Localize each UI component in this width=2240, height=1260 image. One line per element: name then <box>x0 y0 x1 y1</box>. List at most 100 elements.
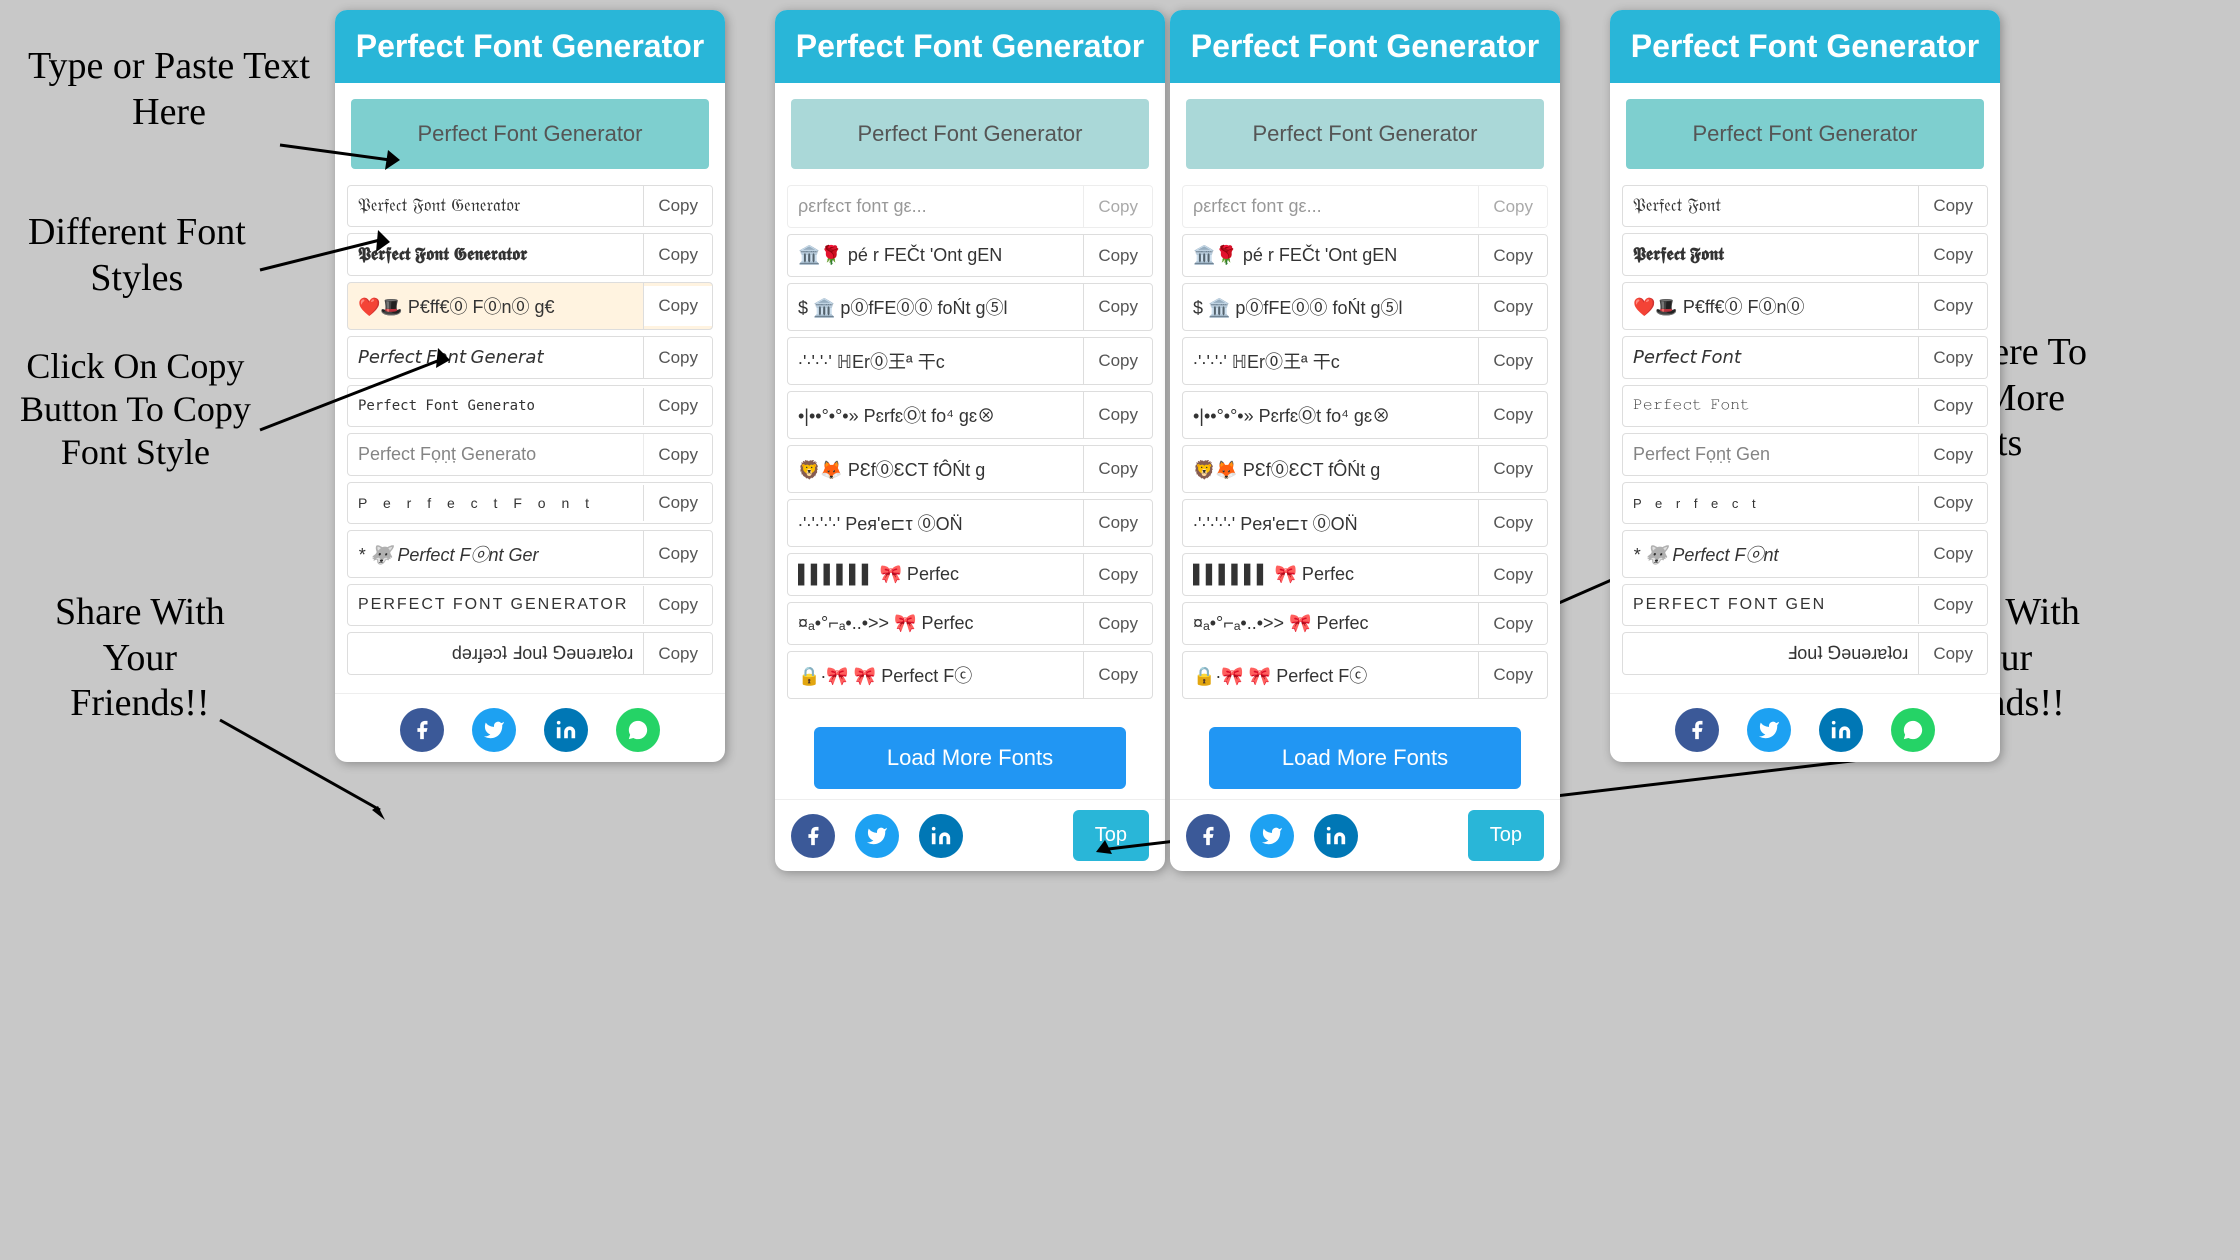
p3-top-button[interactable]: Top <box>1468 810 1544 861</box>
font-row-3: ❤️🎩 P€ff€⓪ F⓪n⓪ g€ Copy <box>347 282 713 330</box>
p4-copy-4[interactable]: Copy <box>1919 338 1987 378</box>
copy-btn-10[interactable]: Copy <box>644 634 712 674</box>
facebook-share-btn[interactable] <box>400 708 444 752</box>
phone2-header: Perfect Font Generator <box>775 10 1165 83</box>
p2-copy-btn-8[interactable]: Copy <box>1084 604 1152 644</box>
p2-font-row-3: ∙'∙'∙'∙' ℍEr⓪王ª 干c Copy <box>787 337 1153 385</box>
p4-copy-3[interactable]: Copy <box>1919 286 1987 326</box>
p2-copy-btn-6[interactable]: Copy <box>1084 503 1152 543</box>
p2-linkedin-share-btn[interactable] <box>919 814 963 858</box>
annotation-type-paste: Type or Paste TextHere <box>28 44 310 135</box>
p4-text-2: 𝕻𝖊𝖗𝖋𝖊𝖈𝖙 𝕱𝖔𝖓𝖙 <box>1623 234 1919 275</box>
phone4-header: Perfect Font Generator <box>1610 10 2000 83</box>
p2-copy-btn-3[interactable]: Copy <box>1084 341 1152 381</box>
p4-text-4: 𝘗𝘦𝘳𝘧𝘦𝘤𝘵 𝘍𝘰𝘯𝘵 <box>1623 337 1919 378</box>
p2-copy-btn-7[interactable]: Copy <box>1084 555 1152 595</box>
p3-text-7: ▌▌▌▌▌▌ 🎀 Perfec <box>1183 554 1479 595</box>
copy-btn-6[interactable]: Copy <box>644 435 712 475</box>
p3-copy-6[interactable]: Copy <box>1479 503 1547 543</box>
p3-copy-7[interactable]: Copy <box>1479 555 1547 595</box>
p2-copy-btn-4[interactable]: Copy <box>1084 395 1152 435</box>
p2-font-text-4: •|••°•°•» PɛrfɛⓄt fo⁴ gɛ⊗ <box>788 392 1084 438</box>
phone1-header: Perfect Font Generator <box>335 10 725 83</box>
phone4-input-text: Perfect Font Generator <box>1693 121 1918 147</box>
annotation-share-left: Share WithYourFriends!! <box>55 590 225 727</box>
p3-twitter-btn[interactable] <box>1250 814 1294 858</box>
font-row-5: 𝙿𝚎𝚛𝚏𝚎𝚌𝚝 𝙵𝚘𝚗𝚝 𝙶𝚎𝚗𝚎𝚛𝚊𝚝𝚘 Copy <box>347 385 713 427</box>
p3-row-7: ▌▌▌▌▌▌ 🎀 Perfec Copy <box>1182 553 1548 596</box>
p2-copy-btn-2[interactable]: Copy <box>1084 287 1152 327</box>
p3-copy-9[interactable]: Copy <box>1479 655 1547 695</box>
p3-text-6: ∙'∙'∙'∙'∙' Peя'e⊏τ ⓪ON̈ <box>1183 500 1479 546</box>
phone2-input-text: Perfect Font Generator <box>858 121 1083 147</box>
p2-font-row-6: ∙'∙'∙'∙'∙' Peя'e⊏τ ⓪ON̈ Copy <box>787 499 1153 547</box>
p3-copy-2[interactable]: Copy <box>1479 287 1547 327</box>
p2-font-row-9: 🔒·🎀 🎀 Perfect Fⓒ Copy <box>787 651 1153 699</box>
p3-copy-0[interactable]: Copy <box>1479 187 1547 227</box>
copy-btn-5[interactable]: Copy <box>644 386 712 426</box>
p3-facebook-btn[interactable] <box>1186 814 1230 858</box>
phone1-input[interactable]: Perfect Font Generator <box>351 99 709 169</box>
p2-copy-btn-9[interactable]: Copy <box>1084 655 1152 695</box>
p2-copy-btn-1[interactable]: Copy <box>1084 236 1152 276</box>
load-more-button[interactable]: Load More Fonts <box>814 727 1126 789</box>
phone3-input[interactable]: Perfect Font Generator <box>1186 99 1544 169</box>
p4-wa-btn[interactable] <box>1891 708 1935 752</box>
font-row-9: PERFECT FONT GENERATOR Copy <box>347 584 713 626</box>
p4-tw-btn[interactable] <box>1747 708 1791 752</box>
twitter-share-btn[interactable] <box>472 708 516 752</box>
copy-btn-8[interactable]: Copy <box>644 534 712 574</box>
phone2-bottom-bar: Top <box>775 799 1165 871</box>
p3-row-5: 🦁🦊 PƐf⓪ƐCT fÔŃt g Copy <box>1182 445 1548 493</box>
linkedin-share-btn[interactable] <box>544 708 588 752</box>
p3-copy-3[interactable]: Copy <box>1479 341 1547 381</box>
p4-copy-6[interactable]: Copy <box>1919 435 1987 475</box>
p4-copy-8[interactable]: Copy <box>1919 534 1987 574</box>
font-row-6: Perfect Fọṇṭ Generato Copy <box>347 433 713 476</box>
font-text-6: Perfect Fọṇṭ Generato <box>348 434 644 475</box>
p2-font-text-5: 🦁🦊 PƐf⓪ƐCT fÔŃt g <box>788 446 1084 492</box>
p4-li-btn[interactable] <box>1819 708 1863 752</box>
p2-font-text-0: ρεrfεcτ fοnτ gε... <box>788 186 1084 227</box>
phone1-title: Perfect Font Generator <box>355 28 705 65</box>
p3-text-9: 🔒·🎀 🎀 Perfect Fⓒ <box>1183 652 1479 698</box>
font-row-7: P e r f e c t F o n t Copy <box>347 482 713 524</box>
font-text-9: PERFECT FONT GENERATOR <box>348 586 644 624</box>
copy-btn-2[interactable]: Copy <box>644 235 712 275</box>
copy-btn-9[interactable]: Copy <box>644 585 712 625</box>
p4-copy-5[interactable]: Copy <box>1919 386 1987 426</box>
p2-facebook-share-btn[interactable] <box>791 814 835 858</box>
p3-linkedin-btn[interactable] <box>1314 814 1358 858</box>
p2-twitter-share-btn[interactable] <box>855 814 899 858</box>
font-text-5: 𝙿𝚎𝚛𝚏𝚎𝚌𝚝 𝙵𝚘𝚗𝚝 𝙶𝚎𝚗𝚎𝚛𝚊𝚝𝚘 <box>348 388 644 425</box>
p3-copy-4[interactable]: Copy <box>1479 395 1547 435</box>
phone4-input[interactable]: Perfect Font Generator <box>1626 99 1984 169</box>
font-row-10: ɹoʇɐɹǝuǝ⅁ ʇuoℲ ʇɔǝɟɹǝd Copy <box>347 632 713 675</box>
p4-copy-2[interactable]: Copy <box>1919 235 1987 275</box>
p4-copy-1[interactable]: Copy <box>1919 186 1987 226</box>
p2-font-row-2: $ 🏛️ p⓪fFE⓪⓪ foŃt ɡ⑤l Copy <box>787 283 1153 331</box>
p4-row-3: ❤️🎩 P€ff€⓪ F⓪n⓪ Copy <box>1622 282 1988 330</box>
p4-copy-9[interactable]: Copy <box>1919 585 1987 625</box>
copy-btn-1[interactable]: Copy <box>644 186 712 226</box>
copy-btn-4[interactable]: Copy <box>644 338 712 378</box>
p2-font-row-1: 🏛️🌹 pé r FEČt 'Ont gEN Copy <box>787 234 1153 277</box>
p3-text-0: ρεrfεcτ fοnτ gε... <box>1183 186 1479 227</box>
copy-btn-3[interactable]: Copy <box>644 286 712 326</box>
p2-copy-btn-5[interactable]: Copy <box>1084 449 1152 489</box>
p3-copy-8[interactable]: Copy <box>1479 604 1547 644</box>
top-button[interactable]: Top <box>1073 810 1149 861</box>
p3-copy-1[interactable]: Copy <box>1479 236 1547 276</box>
p4-fb-btn[interactable] <box>1675 708 1719 752</box>
whatsapp-share-btn[interactable] <box>616 708 660 752</box>
p4-row-2: 𝕻𝖊𝖗𝖋𝖊𝖈𝖙 𝕱𝖔𝖓𝖙 Copy <box>1622 233 1988 276</box>
p4-copy-7[interactable]: Copy <box>1919 483 1987 523</box>
p3-copy-5[interactable]: Copy <box>1479 449 1547 489</box>
p2-copy-btn-0[interactable]: Copy <box>1084 187 1152 227</box>
p3-load-more-button[interactable]: Load More Fonts <box>1209 727 1521 789</box>
phone2-input[interactable]: Perfect Font Generator <box>791 99 1149 169</box>
p4-copy-10[interactable]: Copy <box>1919 634 1987 674</box>
font-row-4: 𝘗𝘦𝘳𝘧𝘦𝘤𝘵 𝘍𝘰𝘯𝘵 𝘎𝘦𝘯𝘦𝘳𝘢𝘵 Copy <box>347 336 713 379</box>
copy-btn-7[interactable]: Copy <box>644 483 712 523</box>
p2-font-text-3: ∙'∙'∙'∙' ℍEr⓪王ª 干c <box>788 338 1084 384</box>
